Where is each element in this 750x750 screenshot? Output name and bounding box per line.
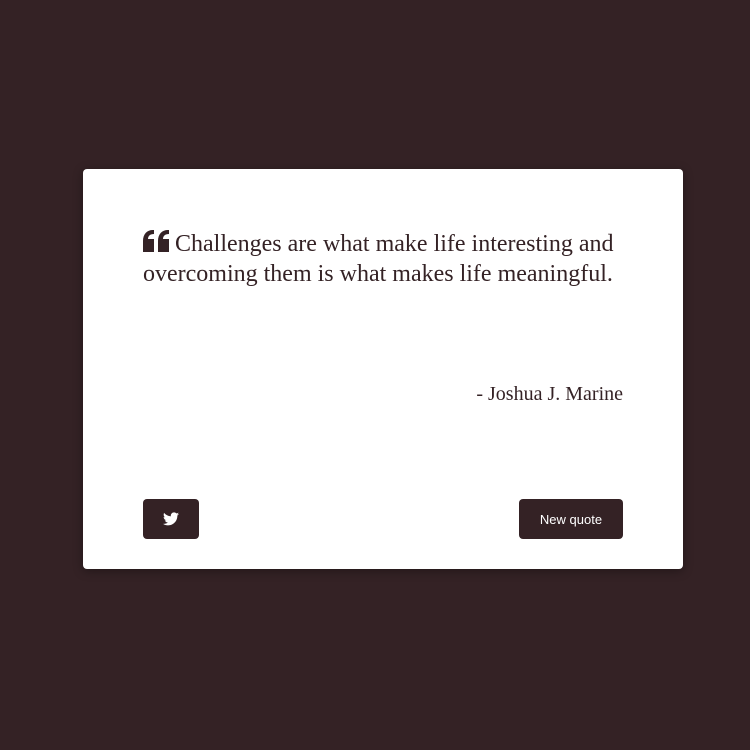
- quote-text: Challenges are what make life interestin…: [143, 231, 614, 287]
- quote-card: Challenges are what make life interestin…: [83, 169, 683, 569]
- quote-box: Challenges are what make life interestin…: [143, 229, 623, 289]
- new-quote-button[interactable]: New quote: [519, 499, 623, 539]
- quote-left-icon: [143, 230, 170, 252]
- quote-author: - Joshua J. Marine: [476, 383, 623, 405]
- tweet-button[interactable]: [143, 499, 199, 539]
- twitter-icon: [163, 512, 179, 526]
